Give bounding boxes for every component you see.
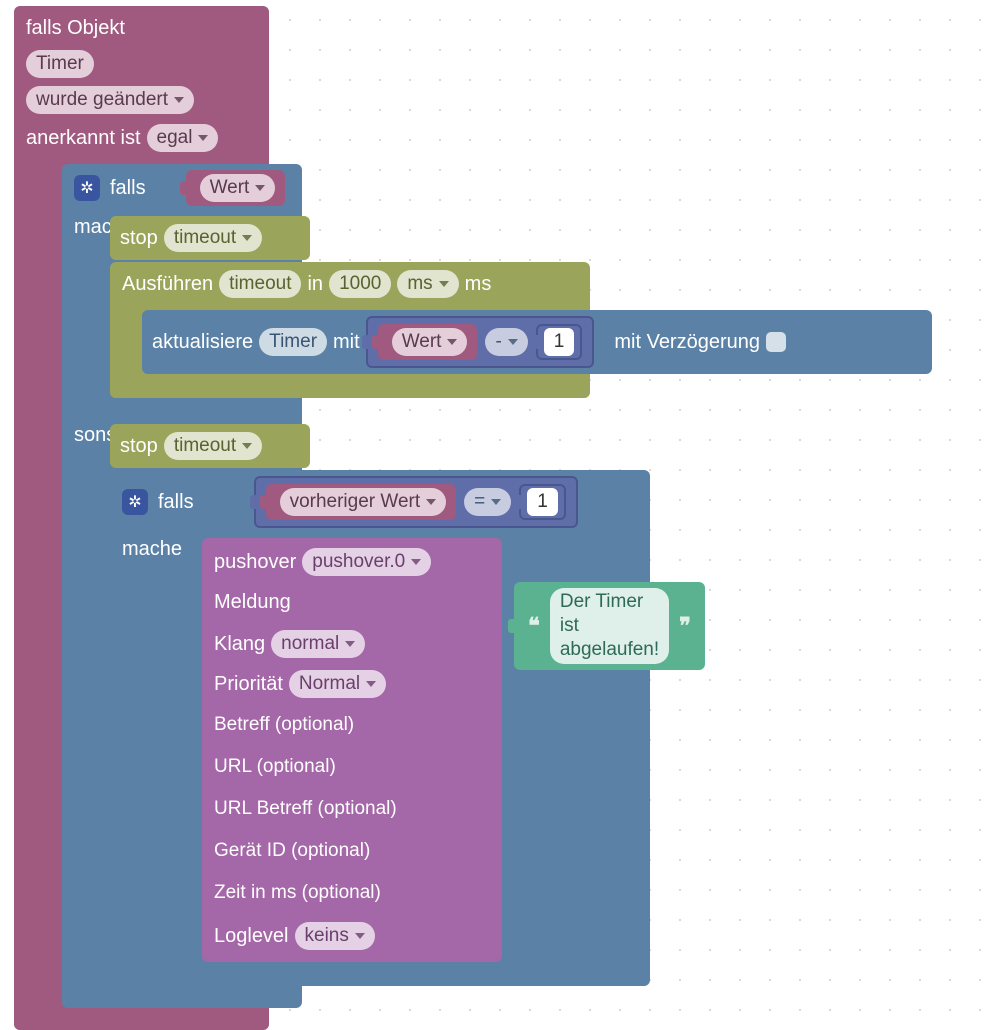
exec-in: in <box>307 268 323 300</box>
pushover-title: pushover <box>214 546 296 578</box>
inner-do-label: mache <box>110 534 202 571</box>
inner-if-block[interactable]: ✲ falls vorheriger Wert = 1 <box>110 470 650 986</box>
pushover-priority-dropdown[interactable]: Normal <box>289 670 386 698</box>
delay-label: mit Verzögerung <box>614 326 760 358</box>
gear-icon[interactable]: ✲ <box>122 489 148 515</box>
pushover-sound-dropdown[interactable]: normal <box>271 630 365 658</box>
else-label: sonst <box>62 420 110 457</box>
math-left[interactable]: Wert <box>378 324 478 360</box>
exec-time-pill[interactable]: 1000 <box>329 270 391 298</box>
math-right-value[interactable]: 1 <box>544 328 575 356</box>
trigger-title: falls Objekt <box>26 12 125 44</box>
compare-right-value[interactable]: 1 <box>527 488 558 516</box>
value-dropdown[interactable]: Wert <box>200 174 276 202</box>
else-stop-name-dropdown[interactable]: timeout <box>164 432 262 460</box>
inner-if-label: falls <box>158 486 194 518</box>
pushover-subject: Betreff (optional) <box>214 710 354 740</box>
pushover-instance-dropdown[interactable]: pushover.0 <box>302 548 431 576</box>
pushover-block[interactable]: pushover pushover.0 Meldung ❝ <box>202 538 502 962</box>
stop-label: stop <box>120 222 158 254</box>
stop-timeout-block[interactable]: stop timeout <box>110 216 310 260</box>
exec-name-pill[interactable]: timeout <box>219 270 301 298</box>
compare-right[interactable]: 1 <box>519 484 566 520</box>
trigger-block[interactable]: falls Objekt Timer wurde geändert anerka… <box>14 6 269 1030</box>
if-else-block[interactable]: ✲ falls Wert mache <box>62 164 302 1008</box>
pushover-loglevel-label: Loglevel <box>214 920 289 952</box>
ack-label: anerkannt ist <box>26 122 141 154</box>
pushover-url: URL (optional) <box>214 752 336 782</box>
update-with: mit <box>333 326 360 358</box>
update-state-pill[interactable]: Timer <box>259 328 327 356</box>
blockly-workspace[interactable]: falls Objekt Timer wurde geändert anerka… <box>0 0 995 1030</box>
string-literal[interactable]: ❝ Der Timer ist abgelaufen! ❞ <box>514 582 705 670</box>
stop-name-dropdown[interactable]: timeout <box>164 224 262 252</box>
pushover-url-title: URL Betreff (optional) <box>214 794 397 824</box>
compare-left[interactable]: vorheriger Wert <box>266 484 457 520</box>
if-condition-value[interactable]: Wert <box>186 170 286 206</box>
do-label: mache <box>62 212 110 249</box>
else-stop-timeout-block[interactable]: stop timeout <box>110 424 310 468</box>
compare-op-dropdown[interactable]: = <box>464 488 511 516</box>
compare-left-dropdown[interactable]: vorheriger Wert <box>280 488 447 516</box>
pushover-time: Zeit in ms (optional) <box>214 878 381 908</box>
quote-close-icon: ❞ <box>675 613 695 639</box>
string-value[interactable]: Der Timer ist abgelaufen! <box>550 588 669 664</box>
trigger-object-pill[interactable]: Timer <box>26 50 94 78</box>
update-label: aktualisiere <box>152 326 253 358</box>
if-label: falls <box>110 172 146 204</box>
exec-unit-dropdown[interactable]: ms <box>397 270 458 298</box>
math-expression[interactable]: Wert - 1 <box>366 316 595 368</box>
pushover-device: Gerät ID (optional) <box>214 836 370 866</box>
pushover-message-label: Meldung <box>214 586 291 618</box>
else-stop-label: stop <box>120 430 158 462</box>
delay-checkbox[interactable] <box>766 332 786 352</box>
exec-timeout-block[interactable]: Ausführen timeout in 1000 ms ms <box>110 262 590 398</box>
pushover-loglevel-dropdown[interactable]: keins <box>295 922 375 950</box>
gear-icon[interactable]: ✲ <box>74 175 100 201</box>
update-state-block[interactable]: aktualisiere Timer mit Wert <box>142 310 932 374</box>
ack-dropdown[interactable]: egal <box>147 124 219 152</box>
math-left-dropdown[interactable]: Wert <box>392 328 468 356</box>
pushover-sound-label: Klang <box>214 628 265 660</box>
compare-expression[interactable]: vorheriger Wert = 1 <box>254 476 578 528</box>
quote-open-icon: ❝ <box>524 613 544 639</box>
math-op-dropdown[interactable]: - <box>485 328 527 356</box>
exec-unit-after: ms <box>465 268 492 300</box>
pushover-priority-label: Priorität <box>214 668 283 700</box>
trigger-event-dropdown[interactable]: wurde geändert <box>26 86 194 114</box>
math-right[interactable]: 1 <box>536 324 583 360</box>
exec-label: Ausführen <box>122 268 213 300</box>
